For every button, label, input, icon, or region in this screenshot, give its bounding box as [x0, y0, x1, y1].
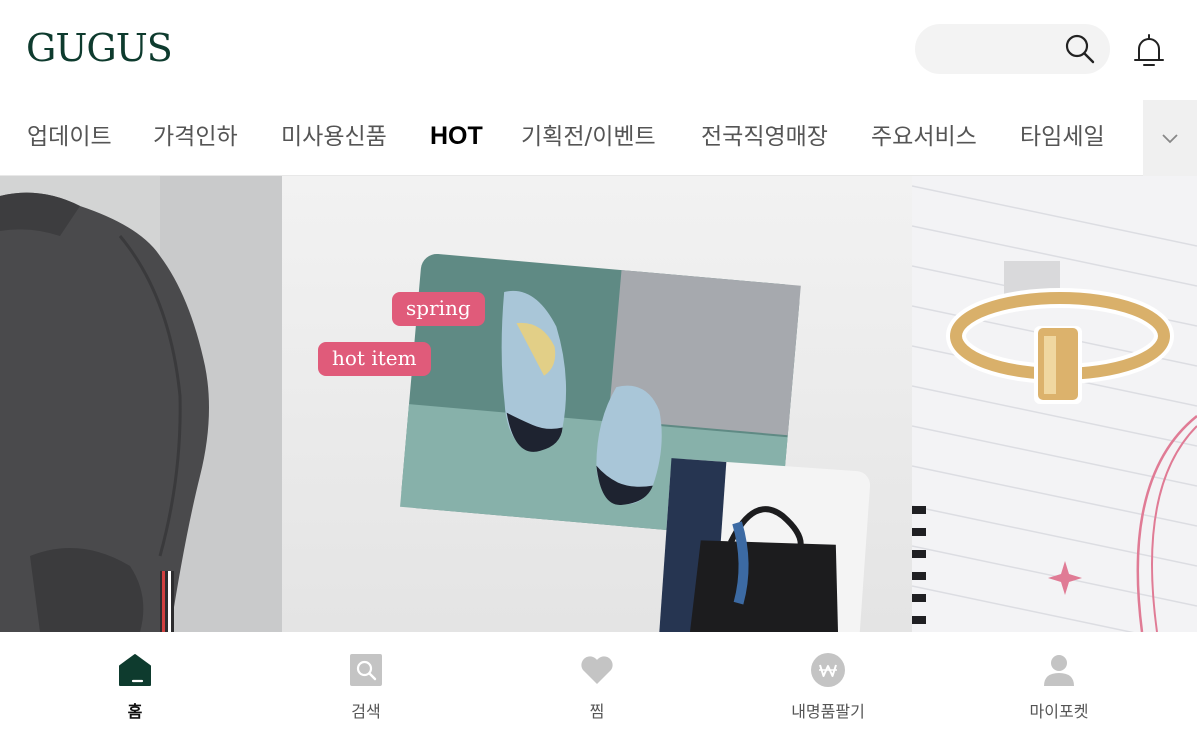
tab-time-sale[interactable]: 타임세일: [1020, 121, 1105, 153]
nav-sell-label: 내명품팔기: [791, 702, 865, 721]
search-icon[interactable]: [1064, 33, 1096, 65]
model-photo: [0, 176, 282, 632]
tab-update[interactable]: 업데이트: [27, 121, 112, 153]
nav-mypocket[interactable]: 마이포켓: [989, 632, 1129, 735]
nav-search-label: 검색: [351, 702, 381, 721]
nav-wishlist-label: 찜: [589, 702, 605, 721]
ring-photo: [912, 176, 1197, 632]
banner-slide-right[interactable]: [912, 176, 1197, 632]
banner-carousel[interactable]: spring hot item: [0, 176, 1197, 632]
chevron-down-icon: [1162, 134, 1178, 144]
header: GUGUS: [0, 0, 1197, 100]
tabs-more-button[interactable]: [1143, 100, 1197, 176]
category-tabs: 업데이트 가격인하 미사용신품 HOT 기획전/이벤트 전국직영매장 주요서비스…: [0, 100, 1197, 176]
nav-home[interactable]: 홈: [65, 632, 205, 735]
tab-unused-new[interactable]: 미사용신품: [281, 121, 387, 153]
nav-mypocket-label: 마이포켓: [1029, 702, 1089, 721]
tab-events[interactable]: 기획전/이벤트: [521, 121, 656, 153]
banner-slide-left[interactable]: [0, 176, 282, 632]
tab-stores[interactable]: 전국직영매장: [701, 121, 828, 153]
search-input[interactable]: [915, 24, 1110, 74]
tab-services[interactable]: 주요서비스: [871, 121, 977, 153]
nav-wishlist[interactable]: 찜: [527, 632, 667, 735]
user-icon: [1044, 655, 1074, 686]
product-collage: [400, 253, 871, 632]
banner-slide-center[interactable]: spring hot item: [282, 176, 912, 632]
won-coin-icon: [811, 653, 845, 687]
banner-tag-hot-item: hot item: [318, 342, 431, 376]
heart-icon: [581, 656, 613, 684]
nav-sell[interactable]: 내명품팔기: [758, 632, 898, 735]
tab-price-down[interactable]: 가격인하: [153, 121, 238, 153]
tab-hot[interactable]: HOT: [430, 120, 483, 152]
banner-tag-spring: spring: [392, 292, 485, 326]
bottom-nav: 홈 검색 찜 내명품팔기 마이포켓: [0, 632, 1197, 735]
nav-home-label: 홈: [127, 702, 143, 721]
logo[interactable]: GUGUS: [26, 26, 173, 70]
home-icon: [119, 654, 151, 686]
nav-search[interactable]: 검색: [296, 632, 436, 735]
search-icon: [350, 654, 382, 686]
bell-icon[interactable]: [1131, 32, 1167, 70]
